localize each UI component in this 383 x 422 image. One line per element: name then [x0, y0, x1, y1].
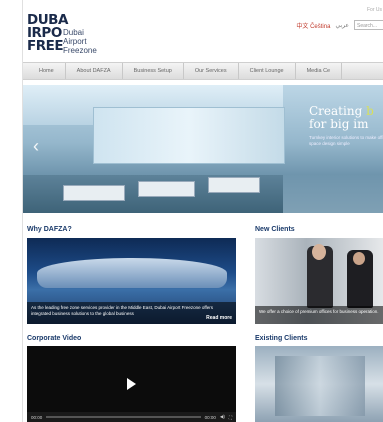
hero-subtitle: Turnkey interior solutions to make offic…	[309, 135, 383, 146]
logo-small-3: Freezone	[63, 46, 97, 55]
search-input[interactable]: Search...	[354, 20, 383, 30]
nav-business-setup[interactable]: Business Setup	[123, 63, 184, 79]
desk-graphic	[208, 177, 260, 193]
face-graphic	[353, 252, 365, 265]
why-dafza-heading: Why DAFZA?	[27, 226, 72, 233]
new-clients-panel[interactable]: We offer a choice of premium offices for…	[255, 238, 383, 324]
new-clients-heading: New Clients	[255, 226, 295, 233]
why-dafza-caption: As the leading free zone services provid…	[27, 302, 236, 324]
hero-title-line2: for big im	[309, 117, 369, 131]
hero-title-highlight: b	[366, 104, 374, 118]
corporate-video-heading: Corporate Video	[27, 335, 82, 342]
logo-small-2: Airport	[63, 37, 87, 46]
desk-graphic	[63, 185, 125, 201]
existing-clients-panel[interactable]	[255, 346, 383, 422]
hero-headline: Creating b for big im	[309, 105, 374, 131]
office-window-graphic	[93, 107, 285, 164]
existing-clients-heading: Existing Clients	[255, 335, 308, 342]
building-graphic	[37, 258, 227, 288]
why-dafza-panel[interactable]: As the leading free zone services provid…	[27, 238, 236, 324]
carousel-prev-arrow-icon[interactable]: ‹	[33, 137, 39, 155]
nav-media-centre[interactable]: Media Ce	[296, 63, 343, 79]
fullscreen-icon[interactable]: ⛶	[229, 415, 232, 420]
volume-icon[interactable]: ◀)	[220, 414, 225, 420]
read-more-link[interactable]: Read more	[206, 315, 232, 321]
desk-graphic	[138, 181, 195, 197]
browser-page: DUBA IRPO FREE Dubai Airport Freezone Fo…	[22, 0, 383, 422]
chinese-language-link[interactable]: 中文 Čeština	[296, 21, 330, 30]
video-controls[interactable]: 00:00 00:00 ◀) ⛶	[27, 412, 236, 422]
arabic-language-link[interactable]: عربي	[335, 22, 349, 29]
logo-small-1: Dubai	[63, 28, 84, 37]
hero-banner[interactable]: ‹ Creating b for big im Turnkey interior…	[23, 85, 383, 213]
face-graphic	[312, 244, 326, 260]
logo-line-3: FREE	[27, 38, 64, 54]
video-end-time: 00:00	[204, 414, 216, 420]
nav-home[interactable]: Home	[23, 63, 66, 79]
nav-client-lounge[interactable]: Client Lounge	[239, 63, 296, 79]
video-seek-bar[interactable]	[46, 416, 201, 418]
new-clients-caption: We offer a choice of premium offices for…	[255, 306, 383, 324]
nav-our-services[interactable]: Our Services	[184, 63, 239, 79]
dafza-logo[interactable]: DUBA IRPO FREE Dubai Airport Freezone	[27, 13, 117, 58]
top-utility-text[interactable]: For Us	[367, 7, 382, 13]
header-utilities: 中文 Čeština عربي Search...	[296, 18, 383, 32]
video-player[interactable]: 00:00 00:00 ◀) ⛶	[27, 346, 236, 422]
play-icon[interactable]	[127, 378, 136, 390]
hero-title-prefix: Creating	[309, 104, 367, 118]
building-interior-graphic	[275, 356, 365, 416]
nav-about[interactable]: About DAFZA	[66, 63, 123, 79]
video-start-time: 00:00	[31, 414, 43, 420]
main-navigation: Home About DAFZA Business Setup Our Serv…	[23, 62, 383, 80]
